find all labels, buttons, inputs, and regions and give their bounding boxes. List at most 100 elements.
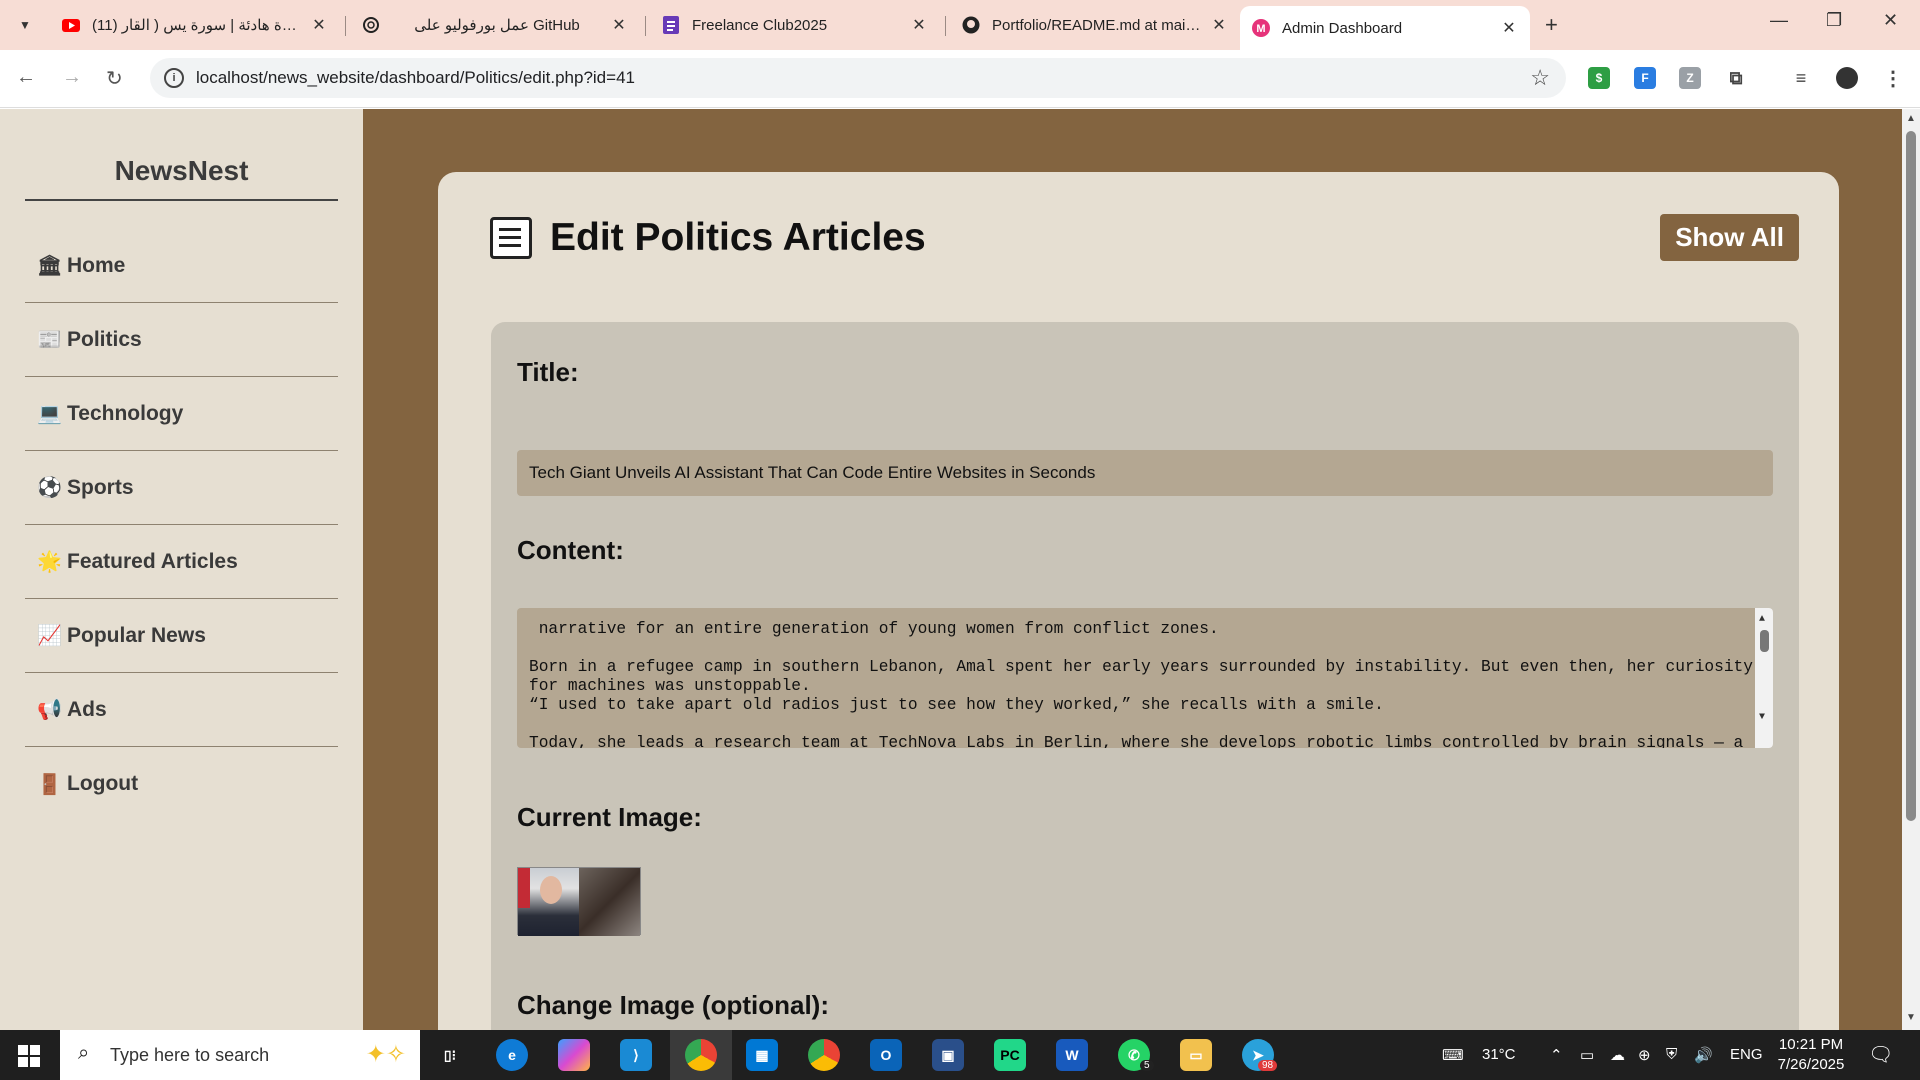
back-icon[interactable]: ← [16,66,36,89]
tab-admin-dashboard[interactable]: M Admin Dashboard ✕ [1240,6,1530,50]
svg-text:M: M [1256,23,1265,35]
browser-menu-icon[interactable]: ⋮ [1882,67,1904,90]
scroll-up-icon[interactable]: ▲ [1759,610,1765,629]
textarea-scrollbar[interactable]: ▲ ▼ [1755,608,1773,748]
main-area: Edit Politics Articles Show All Title: T… [363,109,1902,1080]
chrome-icon[interactable] [808,1039,840,1071]
app-icon[interactable]: ▣ [932,1039,964,1071]
windows-start-icon[interactable] [18,1045,40,1067]
file-explorer-icon[interactable]: ▭ [1180,1039,1212,1071]
tab-title: Freelance Club2025 [692,16,828,34]
sidebar-item-sports[interactable]: ⚽ Sports [25,451,338,525]
edge-icon[interactable]: e [496,1039,528,1071]
sidebar-item-popular-news[interactable]: 📈 Popular News [25,599,338,673]
sidebar-item-label: Technology [67,401,184,425]
tab-separator [945,16,946,36]
bookmark-star-icon[interactable]: ☆ [1530,65,1550,91]
pycharm-icon[interactable]: PC [994,1039,1026,1071]
notifications-icon[interactable]: 🗨 [1868,1042,1893,1067]
close-icon[interactable]: ✕ [1210,15,1228,35]
site-info-icon[interactable]: i [164,68,184,88]
tab-title: Portfolio/README.md at main · [992,16,1202,34]
network-icon[interactable]: ⊕ [1638,1046,1651,1064]
sidebar-item-label: Ads [67,697,107,721]
tab-github-readme[interactable]: Portfolio/README.md at main · ✕ [950,8,1240,42]
translate-extension-icon[interactable]: F [1634,67,1656,89]
scroll-down-icon[interactable]: ▼ [1759,708,1765,727]
tab-title: عمل بورفوليو على GitHub [414,17,580,34]
sidebar-item-featured-articles[interactable]: 🌟 Featured Articles [25,525,338,599]
page-scrollbar[interactable]: ▲ ▼ [1902,109,1920,1030]
scroll-up-icon[interactable]: ▲ [1906,113,1916,124]
minimize-icon[interactable]: — [1770,10,1788,31]
sidebar-item-technology[interactable]: 💻 Technology [25,377,338,451]
cloud-icon[interactable]: ☁ [1610,1046,1625,1064]
security-icon[interactable]: ⛨ [1666,1046,1677,1063]
copilot-icon[interactable] [558,1039,590,1071]
close-icon[interactable]: ✕ [910,15,928,35]
outlook-icon[interactable]: O [870,1039,902,1071]
page-title: Edit Politics Articles [490,216,926,260]
scroll-thumb[interactable] [1760,630,1769,652]
close-icon[interactable]: ✕ [1500,18,1518,38]
title-label: Title: [517,357,579,387]
tab-youtube[interactable]: (11) تلاوة هادئة | سورة يس ( القار ✕ [50,8,340,42]
zip-extension-icon[interactable]: Z [1679,67,1701,89]
sidebar-item-logout[interactable]: 🚪 Logout [25,747,338,821]
sidebar-item-ads[interactable]: 📢 Ads [25,673,338,747]
openai-icon [362,16,380,34]
title-input[interactable]: Tech Giant Unveils AI Assistant That Can… [517,450,1773,496]
close-window-icon[interactable]: ✕ [1883,10,1898,31]
close-icon[interactable]: ✕ [310,15,328,35]
content-label: Content: [517,535,624,565]
vscode-icon[interactable]: ⟩ [620,1039,652,1071]
star-icon: 🌟 [37,551,62,573]
tab-chatgpt[interactable]: عمل بورفوليو على GitHub ✕ [350,8,640,42]
weather-text[interactable]: 31°C [1482,1046,1516,1063]
taskbar-search[interactable]: ⌕ Type here to search ✦✧ [60,1030,420,1080]
tab-search-chevron-icon[interactable]: ▼ [12,12,38,38]
bank-icon: 🏛 [37,255,63,277]
sparkle-icon: ✦✧ [365,1041,406,1068]
tray-chevron-icon[interactable]: ⌃ [1550,1046,1563,1064]
newspaper-icon [490,217,532,259]
youtube-icon [62,16,80,34]
money-extension-icon[interactable]: $ [1588,67,1610,89]
word-icon[interactable]: W [1056,1039,1088,1071]
content-line [529,639,1753,658]
language-indicator[interactable]: ENG [1730,1046,1763,1063]
battery-icon[interactable]: ▭ [1580,1046,1594,1064]
page-title-text: Edit Politics Articles [550,216,926,259]
system-clock[interactable]: 10:21 PM 7/26/2025 [1766,1035,1856,1075]
keyboard-icon[interactable]: ⌨ [1442,1046,1464,1064]
microsoft-store-icon[interactable]: ▦ [746,1039,778,1071]
dashboard-icon: M [1252,19,1270,37]
close-icon[interactable]: ✕ [610,15,628,35]
profile-avatar[interactable] [1836,67,1858,89]
content-textarea[interactable]: narrative for an entire generation of yo… [517,608,1773,748]
tab-freelance-club[interactable]: Freelance Club2025 ✕ [650,8,940,42]
sidebar-menu: 🏛 Home 📰 Politics 💻 Technology ⚽ Sports 🌟 Fea… [25,229,338,821]
sidebar: NewsNest 🏛 Home 📰 Politics 💻 Technology ⚽ Sp… [0,109,363,1030]
media-control-icon[interactable]: ≡ [1790,67,1812,89]
soccer-ball-icon: ⚽ [37,477,62,499]
address-bar[interactable]: i localhost/news_website/dashboard/Polit… [150,58,1566,98]
scroll-thumb[interactable] [1906,131,1916,821]
page-content: NewsNest 🏛 Home 📰 Politics 💻 Technology ⚽ Sp… [0,109,1920,1080]
url-text[interactable]: localhost/news_website/dashboard/Politic… [196,68,635,88]
content-line: Today, she leads a research team at Tech… [529,734,1744,748]
reload-icon[interactable]: ↻ [106,66,123,91]
edit-card: Edit Politics Articles Show All Title: T… [438,172,1839,1080]
task-view-icon[interactable]: ▯⁝ [434,1039,466,1071]
scroll-down-icon[interactable]: ▼ [1906,1012,1916,1023]
brand-logo[interactable]: NewsNest [25,155,338,201]
extensions-puzzle-icon[interactable]: ⧉ [1725,67,1747,89]
sidebar-item-home[interactable]: 🏛 Home [25,229,338,303]
restore-icon[interactable]: ❐ [1826,10,1842,31]
sidebar-item-politics[interactable]: 📰 Politics [25,303,338,377]
new-tab-icon[interactable]: + [1545,12,1558,38]
forward-icon[interactable]: → [62,66,82,89]
chrome-profile-icon[interactable] [685,1039,717,1071]
show-all-button[interactable]: Show All [1660,214,1799,261]
volume-icon[interactable]: 🔊 [1694,1046,1713,1064]
